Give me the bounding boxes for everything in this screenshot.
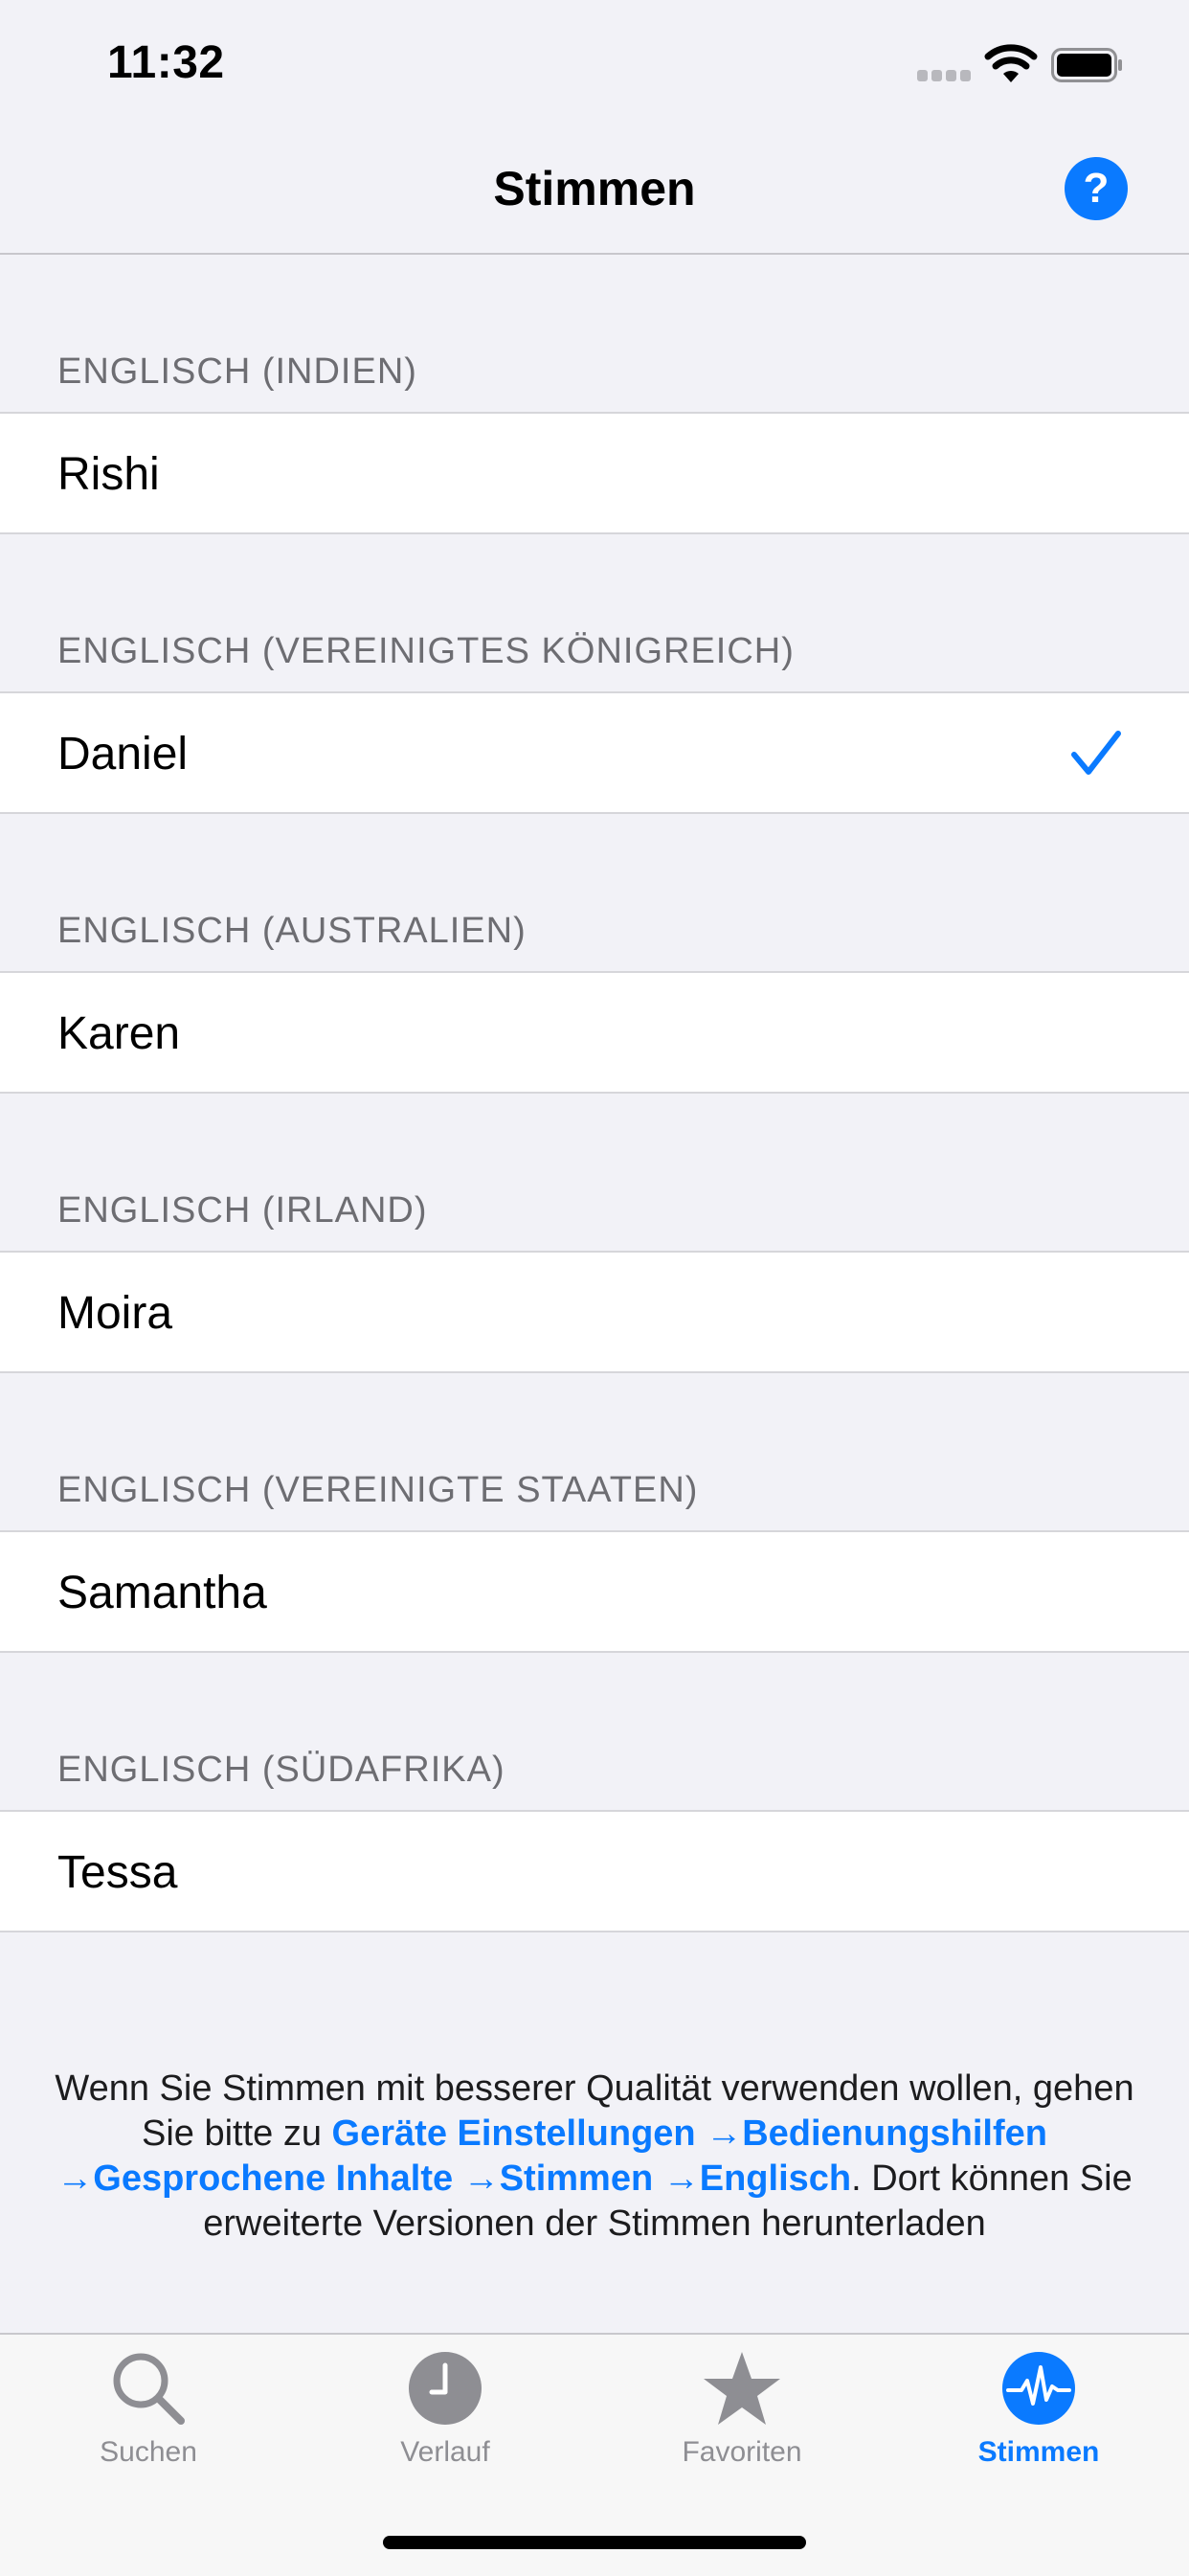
tab-stimmen[interactable]: Stimmen [890,2348,1187,2492]
status-time: 11:32 [107,37,225,88]
voice-row-samantha[interactable]: Samantha [0,1530,1189,1653]
checkmark-icon [1071,731,1121,775]
voice-list: ENGLISCH (INDIEN) Rishi ENGLISCH (VEREIN… [0,255,1189,1932]
voice-name: Rishi [57,449,160,500]
clock-icon [409,2352,482,2425]
help-button[interactable]: ? [1065,157,1128,220]
voice-name: Samantha [57,1568,267,1618]
section-header: ENGLISCH (AUSTRALIEN) [57,911,527,951]
voice-row-moira[interactable]: Moira [0,1251,1189,1373]
cellular-signal-icon [917,70,971,81]
voice-name: Karen [57,1008,181,1059]
section-header: ENGLISCH (VEREINIGTES KÖNIGREICH) [57,631,795,671]
voice-row-tessa[interactable]: Tessa [0,1810,1189,1932]
voice-row-karen[interactable]: Karen [0,971,1189,1094]
status-bar: 11:32 [0,0,1189,126]
waveform-icon [1002,2352,1075,2425]
tab-suchen[interactable]: Suchen [0,2348,297,2492]
section-header: ENGLISCH (INDIEN) [57,351,417,392]
voice-row-rishi[interactable]: Rishi [0,412,1189,534]
voice-name: Moira [57,1288,173,1339]
tab-verlauf[interactable]: Verlauf [297,2348,594,2492]
section-header: ENGLISCH (IRLAND) [57,1190,428,1231]
section-header: ENGLISCH (VEREINIGTE STAATEN) [57,1470,699,1510]
voice-row-daniel[interactable]: Daniel [0,691,1189,814]
voice-name: Tessa [57,1847,178,1898]
tab-favoriten[interactable]: Favoriten [594,2348,890,2492]
section-header: ENGLISCH (SÜDAFRIKA) [57,1750,505,1790]
search-icon [113,2353,185,2425]
navigation-bar: Stimmen ? [0,126,1189,255]
home-indicator [383,2536,806,2549]
quality-hint-text: Wenn Sie Stimmen mit besserer Qualität v… [55,2068,1134,2244]
page-title: Stimmen [493,162,696,215]
wifi-icon [984,44,1038,82]
battery-icon [1051,48,1122,82]
star-icon [704,2352,780,2425]
voice-name: Daniel [57,729,189,780]
